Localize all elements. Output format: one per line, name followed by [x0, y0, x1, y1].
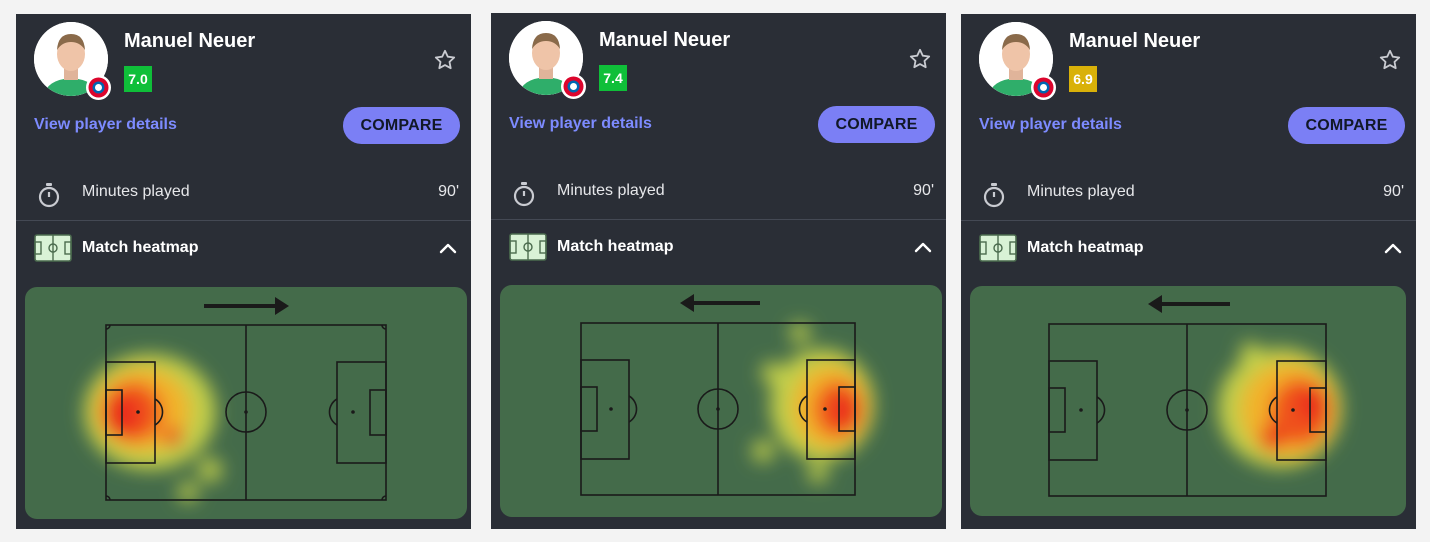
divider: [961, 220, 1416, 221]
star-outline-icon[interactable]: [1378, 48, 1402, 72]
minutes-played-row: Minutes played 90': [491, 171, 946, 219]
player-avatar[interactable]: [34, 22, 111, 100]
heatmap-title: Match heatmap: [557, 238, 674, 255]
club-badge-icon: [1031, 75, 1056, 100]
stopwatch-icon: [982, 182, 1006, 208]
player-avatar[interactable]: [979, 22, 1056, 100]
heatmap-header[interactable]: Match heatmap: [16, 228, 471, 270]
heatmap-panel: [970, 286, 1406, 516]
heatmap-panel: [25, 287, 467, 519]
stopwatch-icon: [37, 182, 61, 208]
rating-badge: 7.4: [599, 65, 627, 91]
heatmap-title: Match heatmap: [82, 239, 199, 256]
star-outline-icon[interactable]: [433, 48, 457, 72]
minutes-played-value: 90': [1383, 183, 1404, 200]
minutes-played-value: 90': [438, 183, 459, 200]
player-card-3: Manuel Neuer 6.9 View player details COM…: [961, 14, 1416, 529]
heatmap-title: Match heatmap: [1027, 239, 1144, 256]
view-player-details-link[interactable]: View player details: [979, 116, 1122, 134]
divider: [491, 219, 946, 220]
rating-badge: 7.0: [124, 66, 152, 92]
divider: [16, 220, 471, 221]
view-player-details-link[interactable]: View player details: [509, 115, 652, 133]
heatmap-header[interactable]: Match heatmap: [961, 228, 1416, 270]
minutes-played-label: Minutes played: [82, 183, 190, 200]
compare-button[interactable]: COMPARE: [343, 107, 460, 144]
chevron-up-icon[interactable]: [437, 238, 459, 260]
club-badge-icon: [561, 74, 586, 99]
chevron-up-icon[interactable]: [912, 237, 934, 259]
attack-direction-arrow-icon: [1148, 295, 1230, 313]
attack-direction-arrow-icon: [204, 297, 289, 315]
pitch-icon: [509, 233, 547, 261]
star-outline-icon[interactable]: [908, 47, 932, 71]
player-card-1: Manuel Neuer 7.0 View player details COM…: [16, 14, 471, 529]
minutes-played-row: Minutes played 90': [16, 172, 471, 220]
player-name: Manuel Neuer: [1069, 30, 1201, 52]
compare-button[interactable]: COMPARE: [1288, 107, 1405, 144]
heatmap-panel: [500, 285, 942, 517]
attack-direction-arrow-icon: [680, 294, 760, 312]
compare-button[interactable]: COMPARE: [818, 106, 935, 143]
player-avatar[interactable]: [509, 21, 586, 99]
player-name: Manuel Neuer: [599, 29, 731, 51]
minutes-played-label: Minutes played: [1027, 183, 1135, 200]
pitch-icon: [979, 234, 1017, 262]
chevron-up-icon[interactable]: [1382, 238, 1404, 260]
player-card-2: Manuel Neuer 7.4 View player details COM…: [491, 13, 946, 529]
heat-blobs: [84, 354, 222, 502]
heatmap-header[interactable]: Match heatmap: [491, 227, 946, 269]
club-badge-icon: [86, 75, 111, 100]
rating-badge: 6.9: [1069, 66, 1097, 92]
view-player-details-link[interactable]: View player details: [34, 116, 177, 134]
stopwatch-icon: [512, 181, 536, 207]
minutes-played-label: Minutes played: [557, 182, 665, 199]
minutes-played-value: 90': [913, 182, 934, 199]
pitch-icon: [34, 234, 72, 262]
minutes-played-row: Minutes played 90': [961, 172, 1416, 220]
player-name: Manuel Neuer: [124, 30, 256, 52]
